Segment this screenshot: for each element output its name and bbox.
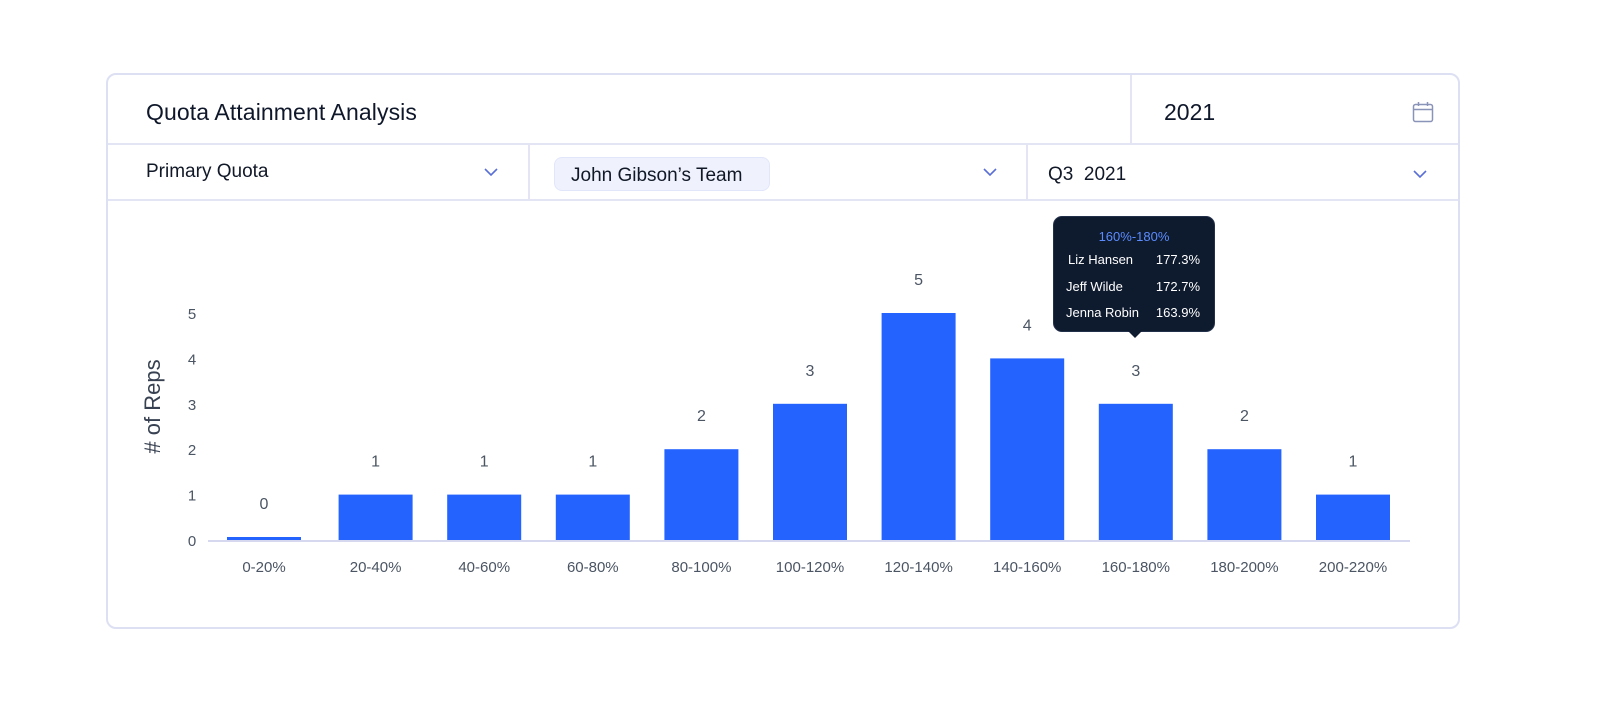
- y-tick-label: 1: [188, 488, 196, 505]
- bar-value-label: 1: [371, 454, 380, 471]
- bar-0-20%: [227, 537, 301, 540]
- x-tick-label: 200-220%: [1319, 559, 1387, 576]
- bar-value-label: 1: [588, 454, 597, 471]
- bar-value-label: 0: [260, 496, 269, 513]
- bar-value-label: 1: [1349, 454, 1358, 471]
- bar-140-160%: [990, 358, 1065, 540]
- tooltip-rep-value: 177.3%: [1155, 252, 1200, 267]
- bar-value-label: 5: [914, 272, 923, 289]
- bar-value-label: 3: [1131, 363, 1140, 380]
- tooltip-rep-value: 172.7%: [1155, 279, 1200, 294]
- histogram-chart: # of Reps 0 1 2 3 4 5 0 0-20% 1 20-40% 1 40-60% 1 60-8…: [140, 272, 1410, 576]
- x-tick-label: 120-140%: [884, 559, 952, 576]
- y-tick-label: 5: [188, 306, 196, 323]
- bar-value-label: 2: [1240, 408, 1249, 425]
- x-tick-label: 100-120%: [776, 559, 844, 576]
- bar-20-40%: [338, 494, 413, 540]
- y-tick-label: 3: [188, 397, 196, 414]
- x-tick-label: 140-160%: [993, 559, 1061, 576]
- x-tick-label: 180-200%: [1210, 559, 1278, 576]
- bar-200-220%: [1316, 494, 1390, 540]
- x-tick-label: 60-80%: [567, 559, 619, 576]
- x-tick-label: 80-100%: [671, 559, 731, 576]
- tooltip-title: 160%-180%: [1098, 229, 1170, 244]
- y-tick-label: 0: [188, 533, 196, 550]
- bar-tooltip: 160%-180% Liz Hansen 177.3% Jeff Wilde 1…: [1053, 216, 1215, 338]
- tooltip-rep-name: Jenna Robin: [1066, 305, 1139, 320]
- y-tick-label: 4: [188, 351, 196, 368]
- y-axis-title: # of Reps: [140, 359, 165, 453]
- bar-40-60%: [447, 494, 522, 540]
- bar-120-140%: [881, 313, 956, 540]
- y-tick-label: 2: [188, 442, 196, 459]
- bar-value-label: 1: [480, 454, 489, 471]
- bar-160-180%: [1098, 403, 1173, 540]
- bar-value-label: 2: [697, 408, 706, 425]
- tooltip-rep-name: Liz Hansen: [1068, 252, 1134, 267]
- bar-value-label: 4: [1023, 317, 1032, 334]
- bar-value-label: 3: [806, 363, 815, 380]
- bar-80-100%: [664, 449, 739, 540]
- tooltip-rep-value: 163.9%: [1155, 305, 1200, 320]
- x-tick-label: 0-20%: [242, 559, 285, 576]
- x-tick-label: 40-60%: [458, 559, 510, 576]
- bar-60-80%: [555, 494, 630, 540]
- x-tick-label: 20-40%: [350, 559, 402, 576]
- x-tick-label: 160-180%: [1102, 559, 1170, 576]
- tooltip-rep-name: Jeff Wilde: [1066, 279, 1123, 294]
- bar-180-200%: [1207, 449, 1282, 540]
- bar-100-120%: [773, 403, 847, 540]
